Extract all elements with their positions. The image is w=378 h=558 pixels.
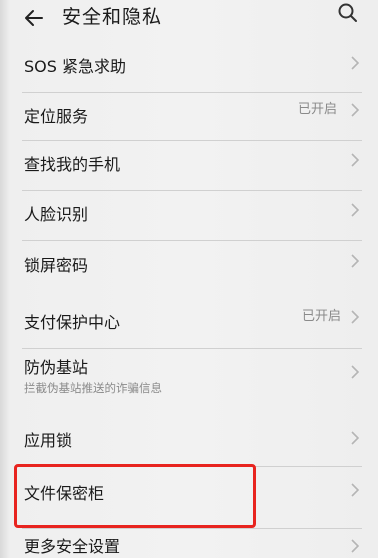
search-icon[interactable] (337, 2, 359, 24)
settings-screen: 安全和隐私 SOS 紧急求助 定位服务 已开启 查找我的手机 人脸识别 锁屏密码… (0, 0, 378, 558)
chevron-right-icon (351, 153, 360, 167)
highlight-box (14, 464, 256, 528)
settings-item-fake-base-station-subtitle: 拦截伪基站推送的诈骗信息 (24, 381, 162, 395)
location-status: 已开启 (298, 102, 338, 117)
top-bar: 安全和隐私 (0, 0, 378, 40)
settings-item-lock-screen-password-label: 锁屏密码 (24, 256, 89, 275)
settings-item-sos-label: SOS 紧急求助 (24, 57, 126, 76)
chevron-right-icon (351, 310, 360, 324)
settings-item-more-security-label: 更多安全设置 (24, 537, 121, 556)
chevron-right-icon (351, 539, 360, 553)
chevron-right-icon (351, 254, 360, 268)
chevron-right-icon (351, 483, 360, 497)
settings-item-find-phone-label: 查找我的手机 (24, 155, 121, 174)
chevron-right-icon (351, 56, 360, 70)
chevron-right-icon (351, 203, 360, 217)
settings-item-app-lock-label: 应用锁 (24, 431, 73, 450)
chevron-right-icon (351, 431, 360, 445)
settings-item-face-recognition-label: 人脸识别 (24, 205, 89, 224)
settings-item-location-label: 定位服务 (24, 107, 89, 126)
page-title: 安全和隐私 (62, 6, 163, 28)
chevron-right-icon (351, 365, 360, 379)
payment-protection-status: 已开启 (302, 309, 342, 324)
chevron-right-icon (351, 103, 360, 117)
back-arrow-icon[interactable] (22, 6, 46, 30)
settings-item-fake-base-station-label: 防伪基站 (24, 358, 89, 377)
settings-item-payment-protection-label: 支付保护中心 (24, 313, 121, 332)
